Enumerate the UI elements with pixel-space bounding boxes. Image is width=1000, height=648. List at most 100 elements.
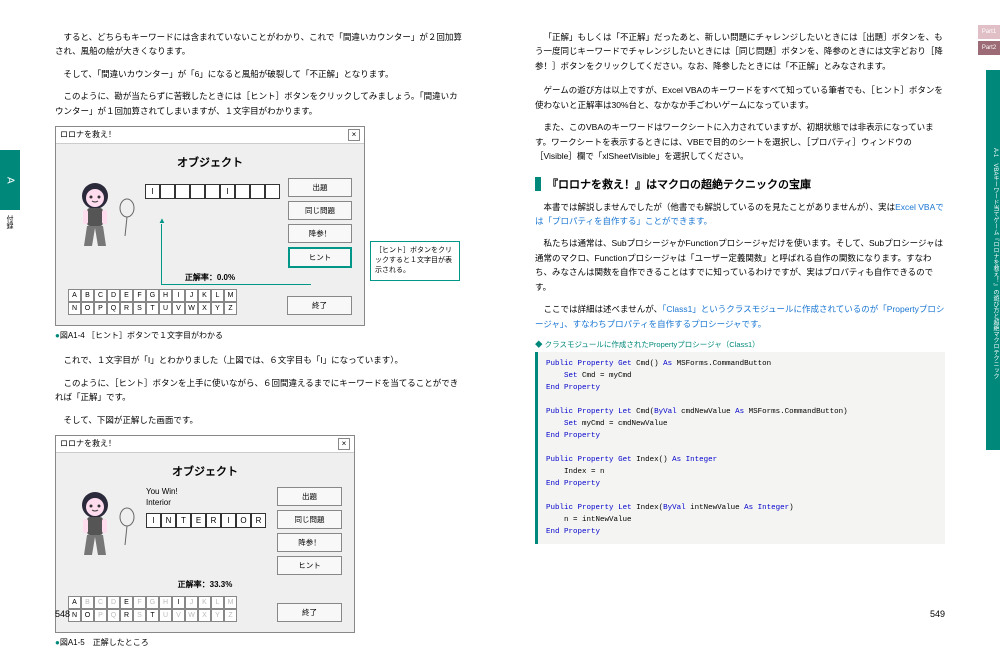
figure-a1-5: ロロナを救え！ × オブジェクト: [55, 435, 355, 633]
alpha-button[interactable]: M: [224, 289, 237, 302]
alpha-button[interactable]: Q: [107, 302, 120, 315]
app-window: ロロナを救え！ × オブジェクト: [55, 126, 365, 326]
alpha-button[interactable]: O: [81, 609, 94, 622]
same-question-button[interactable]: 同じ問題: [277, 510, 342, 529]
tab-part2: Part2: [978, 41, 1000, 55]
letter-box: [265, 184, 280, 199]
alpha-button[interactable]: Y: [211, 609, 224, 622]
window-titlebar: ロロナを救え！ ×: [56, 436, 354, 453]
balloon-icon: [117, 507, 137, 547]
question-button[interactable]: 出題: [277, 487, 342, 506]
alpha-button[interactable]: Y: [211, 302, 224, 315]
end-button[interactable]: 終了: [287, 296, 352, 315]
letter-box: I: [221, 513, 236, 528]
alpha-button[interactable]: U: [159, 302, 172, 315]
paragraph: また、このVBAのキーワードはワークシートに入力されていますが、初期状態では非表…: [535, 120, 945, 163]
side-strip: A-1 VBAキーワード当てゲーム『ロロナを救え！』の遊び方と超絶マクロテクニッ…: [986, 70, 1000, 450]
alpha-button[interactable]: S: [133, 302, 146, 315]
alpha-button[interactable]: C: [94, 289, 107, 302]
alpha-button[interactable]: P: [94, 609, 107, 622]
alphabet-grid: ABCDEFGHIJKLM NOPQRSTUVWXYZ: [68, 289, 240, 315]
alpha-button[interactable]: R: [120, 609, 133, 622]
word-boxes: II: [145, 184, 280, 199]
question-button[interactable]: 出題: [288, 178, 352, 197]
page-left: A 付録 すると、どちらもキーワードには含まれていないことがわかり、これで「間違…: [0, 0, 500, 631]
alpha-button[interactable]: X: [198, 302, 211, 315]
close-icon[interactable]: ×: [348, 129, 360, 141]
alpha-button[interactable]: H: [159, 289, 172, 302]
alpha-button[interactable]: X: [198, 609, 211, 622]
alpha-button[interactable]: V: [172, 609, 185, 622]
alpha-button[interactable]: W: [185, 609, 198, 622]
paragraph: すると、どちらもキーワードには含まれていないことがわかり、これで「間違いカウンタ…: [55, 30, 465, 59]
alpha-button[interactable]: V: [172, 302, 185, 315]
alpha-button[interactable]: R: [120, 302, 133, 315]
alpha-button[interactable]: H: [159, 596, 172, 609]
alpha-button[interactable]: T: [146, 302, 159, 315]
paragraph: このように、勘が当たらずに苦戦したときには［ヒント］ボタンをクリックしてみましょ…: [55, 89, 465, 118]
alpha-button[interactable]: L: [211, 596, 224, 609]
alpha-button[interactable]: Q: [107, 609, 120, 622]
alpha-button[interactable]: Z: [224, 609, 237, 622]
same-question-button[interactable]: 同じ問題: [288, 201, 352, 220]
letter-box: O: [236, 513, 251, 528]
alpha-button[interactable]: A: [68, 289, 81, 302]
alpha-button[interactable]: G: [146, 289, 159, 302]
alpha-button[interactable]: E: [120, 289, 133, 302]
alpha-button[interactable]: B: [81, 596, 94, 609]
side-tabs: Part1 Part2: [978, 25, 1000, 57]
alpha-button[interactable]: N: [68, 302, 81, 315]
letter-box: N: [161, 513, 176, 528]
alpha-button[interactable]: M: [224, 596, 237, 609]
alpha-button[interactable]: B: [81, 289, 94, 302]
giveup-button[interactable]: 降参！: [277, 533, 342, 552]
alpha-button[interactable]: Z: [224, 302, 237, 315]
letter-box: [190, 184, 205, 199]
end-button[interactable]: 終了: [277, 603, 342, 622]
alpha-button[interactable]: F: [133, 596, 146, 609]
alpha-button[interactable]: P: [94, 302, 107, 315]
giveup-button[interactable]: 降参！: [288, 224, 352, 243]
alpha-button[interactable]: D: [107, 289, 120, 302]
alpha-button[interactable]: O: [81, 302, 94, 315]
paragraph: 「正解」もしくは「不正解」だったあと、新しい問題にチャレンジしたいときには［出題…: [535, 30, 945, 73]
alpha-button[interactable]: E: [120, 596, 133, 609]
alpha-button[interactable]: I: [172, 289, 185, 302]
letter-box: [160, 184, 175, 199]
hint-button[interactable]: ヒント: [288, 247, 352, 268]
alpha-button[interactable]: I: [172, 596, 185, 609]
alpha-button[interactable]: D: [107, 596, 120, 609]
alpha-button[interactable]: C: [94, 596, 107, 609]
alpha-button[interactable]: T: [146, 609, 159, 622]
alpha-button[interactable]: S: [133, 609, 146, 622]
heading-bar-icon: [535, 177, 541, 191]
accuracy-label: 正解率：33.3%: [68, 579, 342, 590]
alpha-button[interactable]: U: [159, 609, 172, 622]
accuracy-label: 正解率：0.0%: [68, 272, 352, 283]
connector-line: [161, 284, 311, 285]
alpha-button[interactable]: W: [185, 302, 198, 315]
alpha-button[interactable]: J: [185, 596, 198, 609]
status-win: You Win!: [146, 487, 269, 496]
letter-box: [205, 184, 220, 199]
category-label: オブジェクト: [68, 154, 352, 170]
alpha-button[interactable]: G: [146, 596, 159, 609]
page-number: 549: [930, 609, 945, 619]
code-heading: クラスモジュールに作成されたPropertyプロシージャ（Class1）: [535, 339, 945, 350]
paragraph: そして、「間違いカウンター」が「6」になると風船が破裂して「不正解」となります。: [55, 67, 465, 81]
figure-a1-4: ロロナを救え！ × オブジェクト: [55, 126, 365, 326]
letter-box: E: [191, 513, 206, 528]
alpha-button[interactable]: F: [133, 289, 146, 302]
close-icon[interactable]: ×: [338, 438, 350, 450]
alpha-button[interactable]: K: [198, 596, 211, 609]
paragraph: そして、下図が正解した画面です。: [55, 413, 465, 427]
alpha-button[interactable]: J: [185, 289, 198, 302]
alpha-button[interactable]: A: [68, 596, 81, 609]
window-title: ロロナを救え！: [60, 129, 116, 141]
alpha-button[interactable]: K: [198, 289, 211, 302]
alpha-button[interactable]: L: [211, 289, 224, 302]
figure-caption: ●図A1-4 ［ヒント］ボタンで１文字目がわかる: [55, 330, 465, 341]
arrow-line: [161, 224, 162, 284]
page-right: Part1 Part2 A-1 VBAキーワード当てゲーム『ロロナを救え！』の遊…: [500, 0, 1000, 631]
hint-button[interactable]: ヒント: [277, 556, 342, 575]
